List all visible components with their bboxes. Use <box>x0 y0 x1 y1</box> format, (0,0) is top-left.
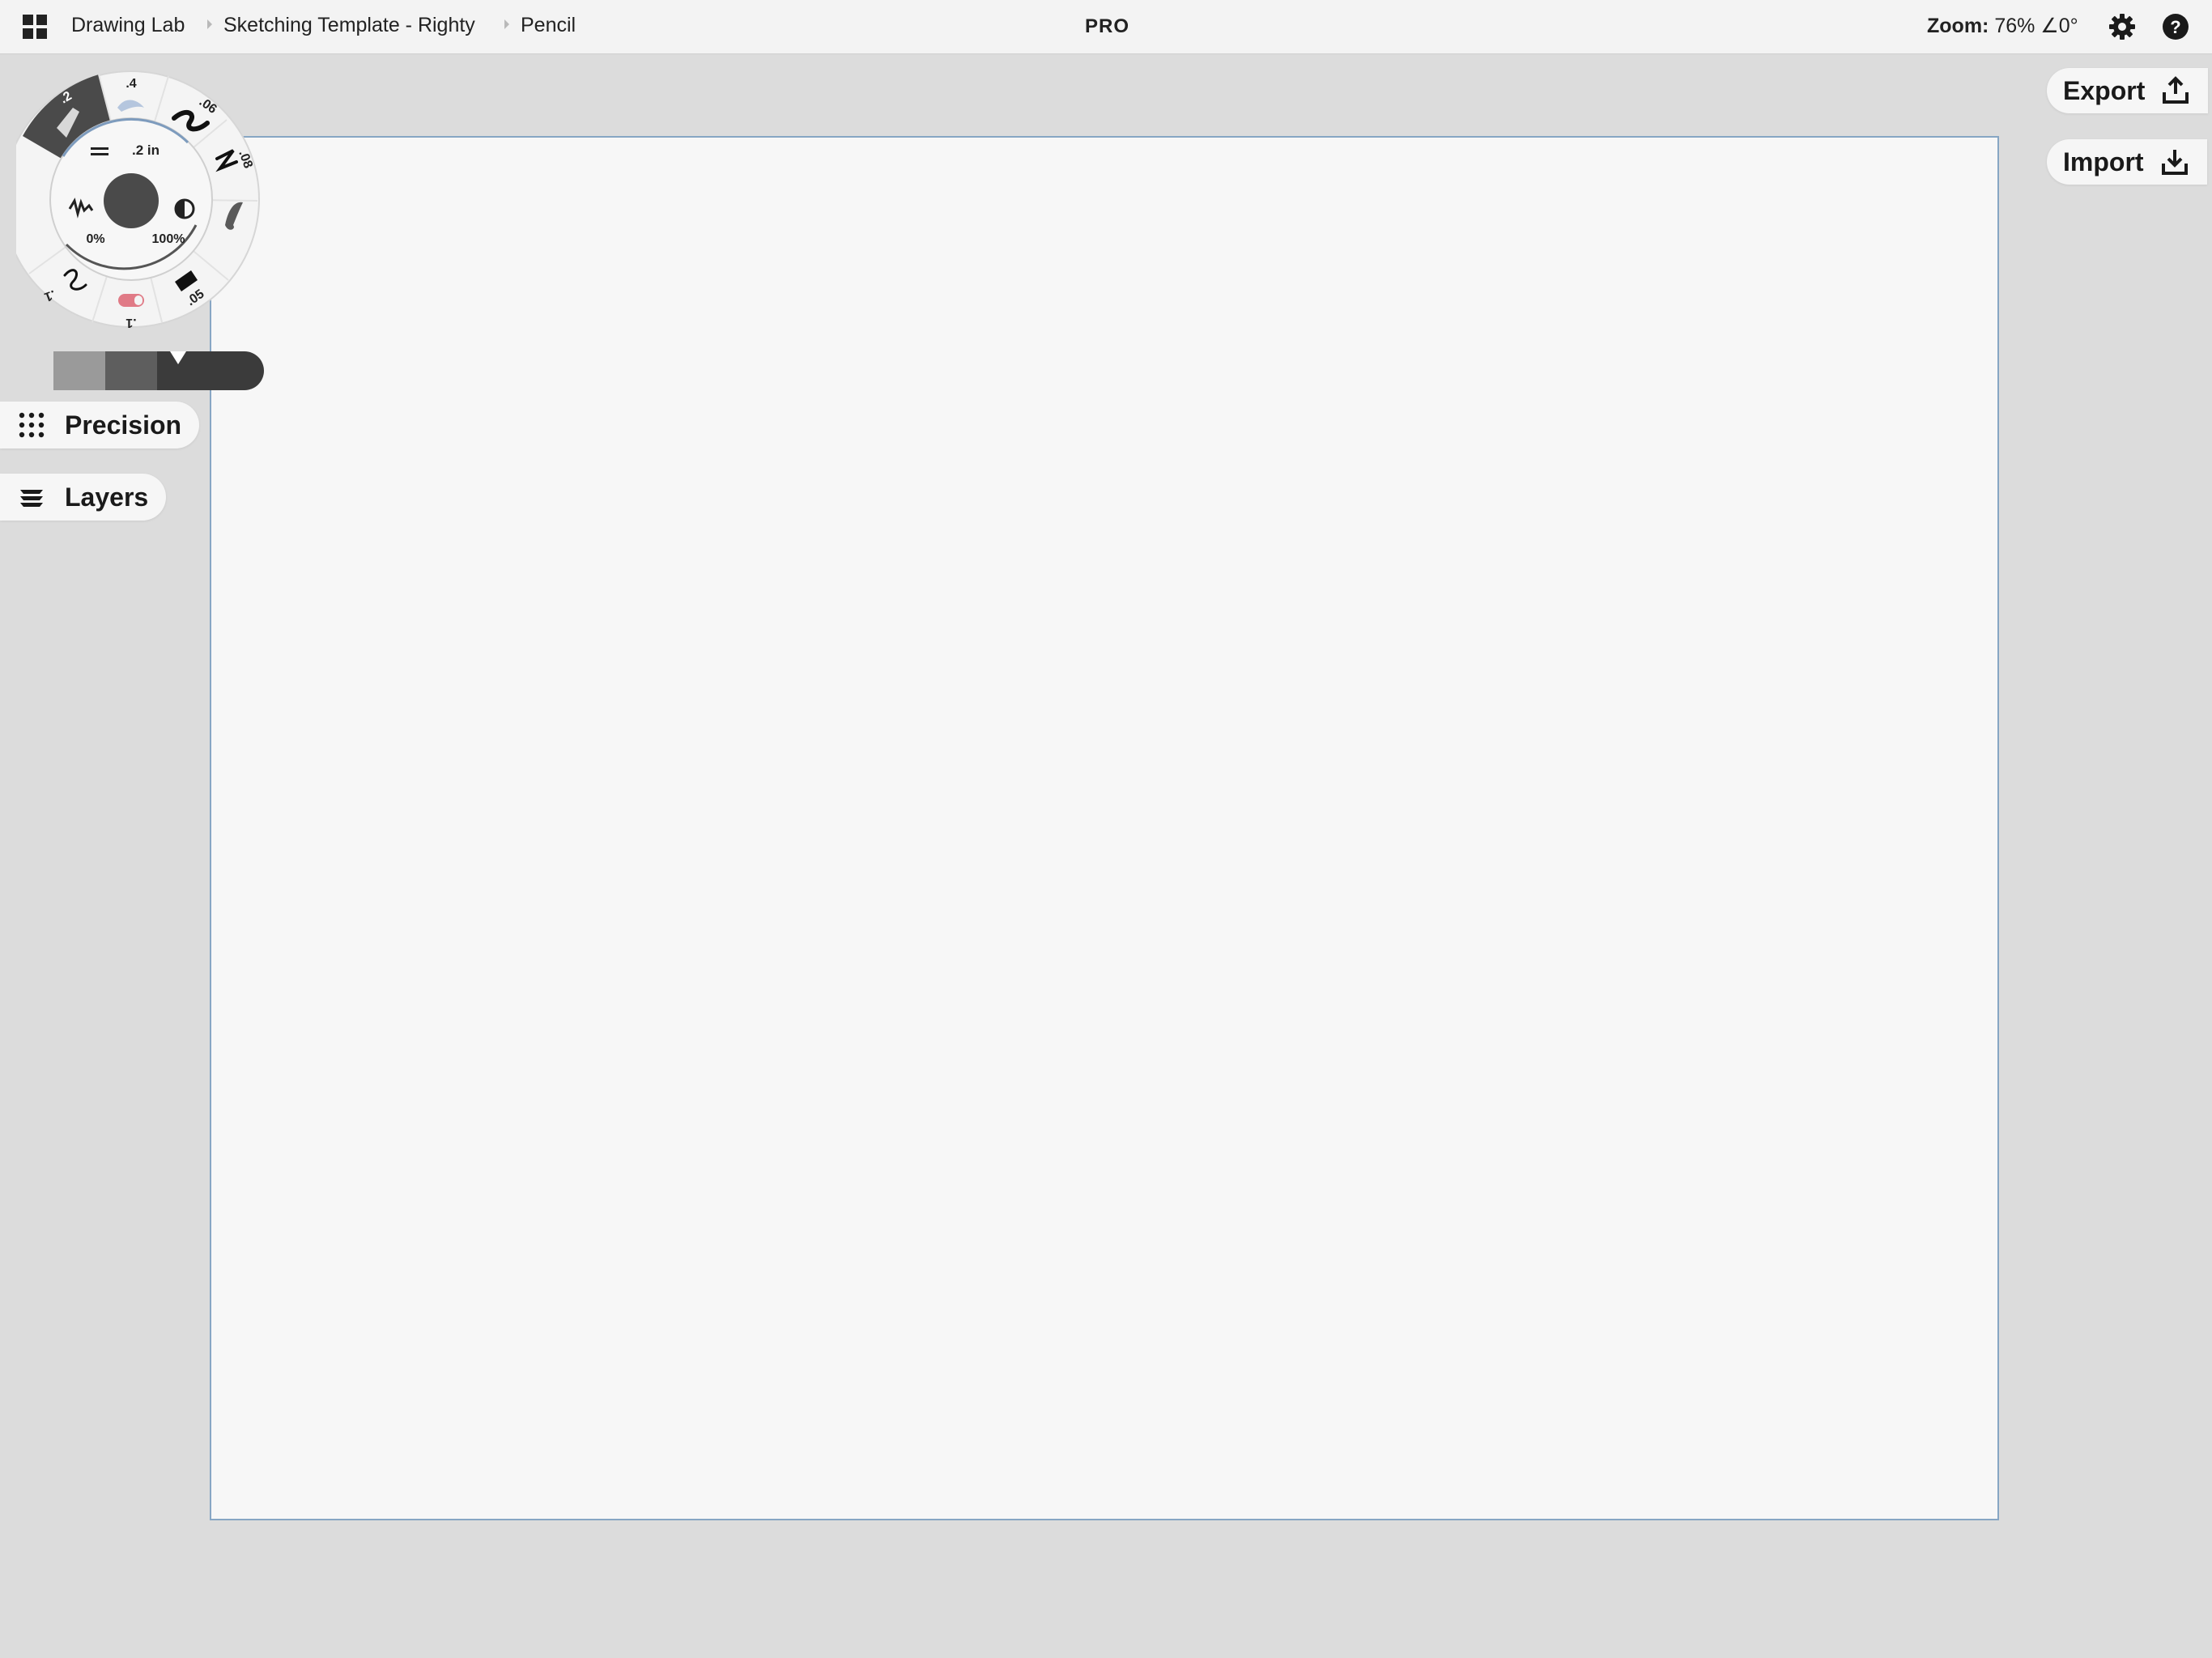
color-swatch-light-gray[interactable] <box>53 351 105 390</box>
help-icon[interactable]: ? <box>2162 13 2189 40</box>
export-label: Export <box>2063 75 2146 105</box>
gallery-grid-icon[interactable] <box>23 15 47 39</box>
precision-grid-icon <box>19 412 45 438</box>
opacity-icon[interactable] <box>174 198 195 219</box>
selected-color-marker <box>170 351 186 364</box>
layers-icon <box>20 490 43 507</box>
layers-label: Layers <box>65 482 149 512</box>
import-button[interactable]: Import <box>2047 139 2207 185</box>
brush-preview-dot <box>104 173 159 228</box>
layers-button[interactable]: Layers <box>0 474 167 521</box>
brush-wheel[interactable]: .2 .4 .06 .08 .05 .1 .1 .2 in 0% 100% <box>16 63 267 338</box>
pro-badge[interactable]: PRO <box>1085 15 1129 38</box>
breadcrumb-separator <box>207 19 212 29</box>
export-button[interactable]: Export <box>2047 68 2209 113</box>
top-bar: Drawing Lab Sketching Template - Righty … <box>0 0 2212 54</box>
breadcrumb-template[interactable]: Sketching Template - Righty <box>223 14 475 37</box>
svg-text:.1: .1 <box>125 316 136 329</box>
import-label: Import <box>2063 147 2144 176</box>
opacity-min-label: 0% <box>86 232 104 246</box>
color-swatch-dark-gray[interactable] <box>157 351 264 390</box>
svg-text:?: ? <box>2170 17 2180 37</box>
drawing-canvas[interactable] <box>210 136 1999 1520</box>
opacity-max-label: 100% <box>152 232 185 246</box>
svg-text:.4: .4 <box>125 77 136 91</box>
size-value: .2 in <box>132 142 160 158</box>
zoom-value: 76% ∠0° <box>1994 15 2078 37</box>
zoom-readout[interactable]: Zoom: 76% ∠0° <box>1927 14 2078 38</box>
app-window: Drawing Lab Sketching Template - Righty … <box>0 0 2212 1658</box>
gear-icon[interactable] <box>2108 13 2136 40</box>
upload-icon <box>2163 76 2189 104</box>
zoom-label: Zoom: <box>1927 15 1989 37</box>
precision-label: Precision <box>65 410 182 440</box>
breadcrumb-pencil[interactable]: Pencil <box>521 14 576 37</box>
breadcrumb-drawing-lab[interactable]: Drawing Lab <box>71 14 185 37</box>
download-icon <box>2161 150 2188 175</box>
color-swatch-gray[interactable] <box>105 351 157 390</box>
color-swatches <box>53 351 264 390</box>
breadcrumb-separator <box>504 19 509 29</box>
precision-button[interactable]: Precision <box>0 402 200 449</box>
